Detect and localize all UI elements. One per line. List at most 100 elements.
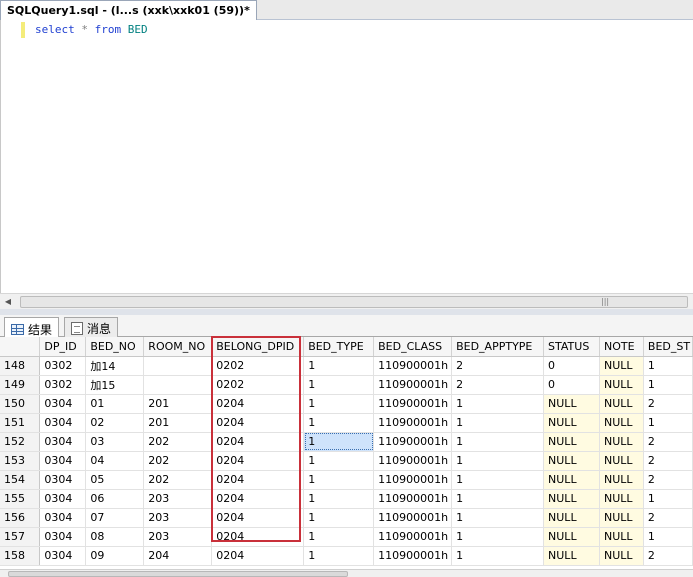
table-cell[interactable]: 1 xyxy=(303,394,375,414)
table-cell[interactable]: 加15 xyxy=(85,375,145,395)
row-number[interactable]: 155 xyxy=(0,489,41,509)
table-cell[interactable]: 1 xyxy=(451,527,545,547)
table-cell[interactable]: 110900001h xyxy=(373,527,453,547)
table-cell[interactable]: 203 xyxy=(143,527,213,547)
table-cell[interactable]: 1 xyxy=(643,489,693,509)
table-cell[interactable]: 1 xyxy=(303,470,375,490)
table-row[interactable]: 148 0302 加14 0202 1 110900001h 2 0 NULL 1 xyxy=(0,356,693,376)
table-cell[interactable]: NULL xyxy=(543,527,600,547)
table-cell[interactable]: 0204 xyxy=(211,527,305,547)
table-cell[interactable]: 201 xyxy=(143,394,213,414)
table-cell[interactable]: 0304 xyxy=(39,413,87,433)
table-cell[interactable]: 1 xyxy=(303,508,375,528)
table-row[interactable]: 152 0304 03 202 0204 1 110900001h 1 NULL NULL 2 xyxy=(0,432,693,452)
table-cell[interactable]: 08 xyxy=(85,527,145,547)
row-number[interactable]: 149 xyxy=(0,375,41,395)
table-cell[interactable]: 2 xyxy=(643,451,693,471)
tab-results[interactable]: 结果 xyxy=(4,317,60,338)
table-cell[interactable]: 1 xyxy=(303,451,375,471)
column-header-status[interactable]: STATUS xyxy=(543,337,600,357)
row-number[interactable]: 150 xyxy=(0,394,41,414)
table-cell[interactable]: 2 xyxy=(643,508,693,528)
table-cell[interactable]: 110900001h xyxy=(373,470,453,490)
table-cell[interactable]: 0304 xyxy=(39,470,87,490)
column-header-bed-type[interactable]: BED_TYPE xyxy=(303,337,375,357)
table-cell[interactable]: NULL xyxy=(599,527,644,547)
table-cell[interactable]: 2 xyxy=(643,546,693,566)
table-cell[interactable]: 110900001h xyxy=(373,432,453,452)
grid-scroll-thumb[interactable] xyxy=(8,571,348,577)
table-cell[interactable]: 0202 xyxy=(211,356,305,376)
table-cell[interactable]: 2 xyxy=(451,375,545,395)
query-document-tab[interactable]: SQLQuery1.sql - (l...s (xxk\xxk01 (59))* xyxy=(0,0,257,20)
table-cell[interactable]: 1 xyxy=(303,527,375,547)
table-cell[interactable]: 03 xyxy=(85,432,145,452)
editor-horizontal-scrollbar[interactable]: ◀ ||| xyxy=(0,293,693,309)
table-cell[interactable]: 07 xyxy=(85,508,145,528)
table-cell[interactable]: 0204 xyxy=(211,470,305,490)
table-cell[interactable]: 110900001h xyxy=(373,394,453,414)
column-header-belong-dpid[interactable]: BELONG_DPID xyxy=(211,337,305,357)
table-cell[interactable]: 04 xyxy=(85,451,145,471)
row-number[interactable]: 151 xyxy=(0,413,41,433)
table-cell[interactable]: NULL xyxy=(543,470,600,490)
table-cell[interactable] xyxy=(143,356,213,376)
row-number[interactable]: 156 xyxy=(0,508,41,528)
table-cell[interactable]: 0304 xyxy=(39,451,87,471)
table-cell[interactable]: 0204 xyxy=(211,546,305,566)
table-cell[interactable]: 06 xyxy=(85,489,145,509)
table-cell[interactable]: 02 xyxy=(85,413,145,433)
table-cell[interactable]: NULL xyxy=(543,394,600,414)
table-cell[interactable]: 0302 xyxy=(39,375,87,395)
table-cell[interactable]: 1 xyxy=(451,546,545,566)
table-cell[interactable]: 0204 xyxy=(211,432,305,452)
table-row[interactable]: 151 0304 02 201 0204 1 110900001h 1 NULL NULL 1 xyxy=(0,413,693,433)
table-cell[interactable]: NULL xyxy=(543,508,600,528)
table-cell[interactable]: 110900001h xyxy=(373,356,453,376)
table-row[interactable]: 149 0302 加15 0202 1 110900001h 2 0 NULL 1 xyxy=(0,375,693,395)
table-cell[interactable]: 0304 xyxy=(39,489,87,509)
row-number[interactable]: 158 xyxy=(0,546,41,566)
table-cell[interactable]: NULL xyxy=(599,394,644,414)
sql-code-line[interactable]: select * from BED xyxy=(35,23,148,36)
table-cell[interactable]: 2 xyxy=(451,356,545,376)
table-cell[interactable]: 1 xyxy=(451,470,545,490)
column-header-note[interactable]: NOTE xyxy=(599,337,644,357)
table-cell[interactable]: 2 xyxy=(643,432,693,452)
table-cell[interactable]: NULL xyxy=(543,451,600,471)
table-cell[interactable]: 1 xyxy=(451,508,545,528)
table-cell[interactable]: 01 xyxy=(85,394,145,414)
table-cell[interactable]: 1 xyxy=(451,432,545,452)
table-cell[interactable] xyxy=(143,375,213,395)
table-cell[interactable]: 110900001h xyxy=(373,375,453,395)
table-cell[interactable]: 0204 xyxy=(211,413,305,433)
table-cell[interactable]: 203 xyxy=(143,489,213,509)
table-cell[interactable]: NULL xyxy=(599,470,644,490)
table-row[interactable]: 154 0304 05 202 0204 1 110900001h 1 NULL NULL 2 xyxy=(0,470,693,490)
table-cell[interactable]: NULL xyxy=(599,413,644,433)
tab-messages[interactable]: 消息 xyxy=(64,317,119,337)
table-cell[interactable]: 1 xyxy=(643,527,693,547)
table-cell[interactable]: 1 xyxy=(451,451,545,471)
table-cell[interactable]: 1 xyxy=(643,413,693,433)
table-row[interactable]: 155 0304 06 203 0204 1 110900001h 1 NULL NULL 1 xyxy=(0,489,693,509)
table-cell[interactable]: 1 xyxy=(303,432,375,452)
table-cell[interactable]: NULL xyxy=(599,356,644,376)
table-cell[interactable]: 1 xyxy=(451,394,545,414)
table-cell[interactable]: 1 xyxy=(643,356,693,376)
column-header-bed-class[interactable]: BED_CLASS xyxy=(373,337,453,357)
table-cell[interactable]: 1 xyxy=(303,375,375,395)
table-cell[interactable]: 1 xyxy=(303,489,375,509)
table-cell[interactable]: 110900001h xyxy=(373,489,453,509)
table-cell[interactable]: 0 xyxy=(543,375,600,395)
column-header-bed-no[interactable]: BED_NO xyxy=(85,337,145,357)
table-cell[interactable]: 0204 xyxy=(211,394,305,414)
table-cell[interactable]: 09 xyxy=(85,546,145,566)
table-cell[interactable]: 1 xyxy=(451,413,545,433)
table-cell[interactable]: 201 xyxy=(143,413,213,433)
table-cell[interactable]: 204 xyxy=(143,546,213,566)
table-cell[interactable]: 0204 xyxy=(211,451,305,471)
table-cell[interactable]: 110900001h xyxy=(373,508,453,528)
table-cell[interactable]: NULL xyxy=(599,489,644,509)
table-cell[interactable]: NULL xyxy=(543,432,600,452)
